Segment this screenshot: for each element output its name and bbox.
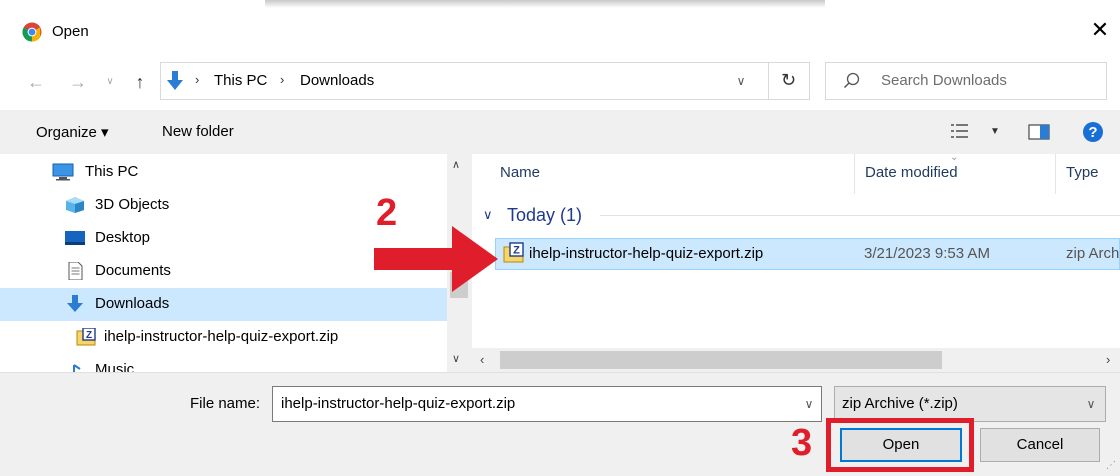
breadcrumb-separator: ›	[280, 72, 285, 87]
breadcrumb-downloads[interactable]: Downloads	[300, 72, 374, 89]
nav-item-label: Downloads	[95, 295, 170, 312]
downloads-arrow-icon	[167, 71, 183, 90]
file-name-cell: ihelp-instructor-help-quiz-export.zip	[529, 245, 764, 262]
nav-item-label: Music	[95, 361, 135, 372]
scroll-left-arrow[interactable]: ‹	[480, 352, 484, 367]
file-type-filter-value: zip Archive (*.zip)	[842, 395, 958, 412]
file-name-label: File name:	[190, 395, 261, 412]
recent-locations-button[interactable]: ∨	[98, 70, 122, 94]
preview-pane-icon[interactable]	[1028, 123, 1050, 141]
column-header-date-modified[interactable]: Date modified	[865, 164, 958, 181]
nav-item-label: This PC	[85, 163, 139, 180]
breadcrumb-separator: ›	[195, 72, 200, 87]
3d-objects-icon	[66, 197, 84, 213]
close-button[interactable]: ✕	[1088, 18, 1112, 42]
nav-item-this-pc[interactable]: This PC	[0, 156, 447, 189]
group-collapse-icon[interactable]: ∨	[483, 207, 493, 223]
desktop-icon	[65, 231, 85, 245]
forward-button[interactable]: →	[66, 70, 90, 94]
nav-item-label: 3D Objects	[95, 196, 170, 213]
music-icon	[73, 364, 81, 372]
refresh-button[interactable]: ↻	[768, 62, 808, 100]
nav-item-zip-file[interactable]: Z ihelp-instructor-help-quiz-export.zip	[0, 321, 447, 354]
search-icon	[843, 72, 860, 89]
nav-item-label: ihelp-instructor-help-quiz-export.zip	[104, 328, 339, 345]
zip-icon: Z	[503, 242, 524, 263]
horizontal-scroll-thumb[interactable]	[500, 351, 942, 369]
column-header-type[interactable]: Type	[1066, 164, 1099, 181]
step-number-3: 3	[791, 422, 813, 464]
svg-text:Z: Z	[86, 330, 92, 341]
open-button[interactable]: Open	[840, 428, 962, 462]
downloads-icon	[67, 295, 83, 312]
red-arrow-icon	[374, 226, 498, 292]
cancel-button[interactable]: Cancel	[980, 428, 1100, 462]
help-icon[interactable]: ?	[1082, 121, 1104, 143]
column-separator	[1055, 154, 1056, 194]
documents-icon	[68, 262, 83, 280]
view-options-icon[interactable]	[950, 122, 970, 140]
file-date-cell: 3/21/2023 9:53 AM	[864, 245, 990, 262]
scroll-up-arrow[interactable]: ∧	[452, 158, 460, 171]
nav-item-downloads[interactable]: Downloads	[0, 288, 447, 321]
resize-grip-icon[interactable]: ⋰	[1106, 460, 1116, 471]
file-type-cell: zip Arch	[1066, 245, 1120, 262]
filter-dropdown-icon[interactable]: ∨	[1078, 386, 1104, 422]
scroll-down-arrow[interactable]: ∨	[452, 352, 460, 365]
zip-icon: Z	[76, 328, 96, 346]
breadcrumb-this-pc[interactable]: This PC	[214, 72, 267, 89]
svg-text:?: ?	[1088, 124, 1097, 141]
search-placeholder: Search Downloads	[881, 72, 1007, 89]
file-name-value: ihelp-instructor-help-quiz-export.zip	[281, 395, 516, 412]
scroll-right-arrow[interactable]: ›	[1106, 352, 1110, 367]
file-name-dropdown-icon[interactable]: ∨	[796, 386, 822, 422]
up-button[interactable]: ↑	[128, 70, 152, 94]
view-dropdown-icon[interactable]: ▼	[990, 126, 1000, 137]
sort-indicator-icon: ⌄	[950, 152, 959, 163]
nav-item-label: Desktop	[95, 229, 151, 246]
svg-text:Z: Z	[513, 245, 520, 257]
column-separator	[854, 154, 855, 194]
nav-item-music[interactable]: Music	[0, 354, 447, 372]
new-folder-button[interactable]: New folder	[162, 123, 234, 140]
column-header-name[interactable]: Name	[500, 164, 540, 181]
organize-menu-button[interactable]: Organize ▾	[36, 123, 109, 141]
background-shadow	[265, 0, 825, 8]
group-divider	[600, 215, 1120, 216]
address-dropdown-icon[interactable]: ∨	[721, 62, 761, 100]
window-title: Open	[52, 23, 89, 40]
back-button[interactable]: ←	[24, 70, 48, 94]
title-bar	[0, 0, 1120, 62]
computer-icon	[52, 163, 74, 181]
group-header-today[interactable]: Today (1)	[507, 205, 582, 226]
nav-item-label: Documents	[95, 262, 171, 279]
chrome-icon	[22, 22, 42, 42]
